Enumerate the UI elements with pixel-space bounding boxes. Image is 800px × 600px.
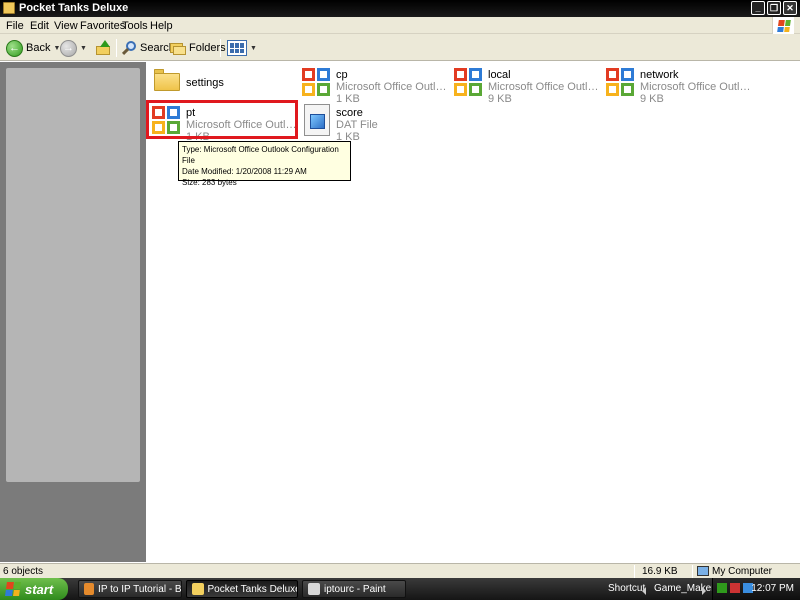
total-size: 16.9 KB (642, 566, 678, 577)
close-button[interactable]: ✕ (783, 1, 797, 15)
task-label: Pocket Tanks Deluxe (207, 583, 297, 595)
my-computer-icon (697, 566, 709, 576)
object-count: 6 objects (3, 566, 44, 577)
file-type: Microsoft Office Outlook Confi... (336, 81, 448, 93)
file-item-settings[interactable]: settings (148, 64, 298, 104)
firefox-icon (84, 583, 95, 595)
minimize-button[interactable]: _ (751, 1, 765, 15)
start-button[interactable]: start (0, 578, 68, 600)
file-type: Microsoft Office Outlook Confi... (640, 81, 752, 93)
menu-edit[interactable]: Edit (30, 20, 49, 32)
views-button[interactable]: ▼ (227, 38, 257, 58)
security-icon[interactable] (730, 583, 740, 593)
windows-logo-icon (5, 582, 21, 596)
clock: 12:07 PM (751, 583, 794, 594)
start-label: start (25, 581, 54, 597)
up-folder-icon (94, 40, 112, 56)
taskbar-item-ip-tutorial[interactable]: IP to IP Tutorial - Blit... (78, 580, 182, 598)
file-type: Microsoft Office Outlook Confi... (488, 81, 600, 93)
office-icon (452, 66, 484, 98)
views-icon (227, 40, 247, 56)
chevron-right-icon[interactable] (702, 587, 706, 595)
file-item-local[interactable]: local Microsoft Office Outlook Confi... … (450, 64, 600, 105)
chevron-down-icon: ▼ (80, 44, 87, 52)
file-item-network[interactable]: network Microsoft Office Outlook Confi..… (602, 64, 752, 105)
task-pane (0, 62, 146, 562)
menu-help[interactable]: Help (150, 20, 173, 32)
folders-button[interactable]: Folders (170, 38, 226, 58)
folders-icon (170, 41, 186, 55)
tooltip-type: Type: Microsoft Office Outlook Configura… (182, 145, 339, 165)
search-button[interactable]: Search (121, 38, 175, 58)
menu-tools[interactable]: Tools (122, 20, 148, 32)
folder-icon (192, 583, 204, 595)
menu-view[interactable]: View (54, 20, 78, 32)
back-label: Back (26, 42, 51, 54)
gamemaker-label[interactable]: Game_Maker7 (654, 583, 720, 594)
tooltip-date-modified: Date Modified: 1/20/2008 11:29 AM (182, 167, 307, 176)
chevron-down-icon: ▼ (250, 44, 257, 52)
location-label: My Computer (712, 566, 773, 577)
chevron-left-icon[interactable] (642, 587, 646, 595)
tooltip-size: Size: 283 bytes (182, 178, 237, 187)
file-name: local (488, 69, 511, 81)
taskbar-item-pocket-tanks[interactable]: Pocket Tanks Deluxe (186, 580, 298, 598)
forward-arrow-icon: → (60, 39, 77, 57)
file-list: settings cp Microsoft Office Outlook Con… (146, 62, 800, 562)
dat-file-icon (304, 104, 330, 136)
selection-highlight (146, 100, 298, 139)
up-folder-button[interactable] (94, 38, 112, 58)
file-tooltip: Type: Microsoft Office Outlook Configura… (178, 141, 351, 187)
office-icon (300, 66, 332, 98)
folder-icon (3, 2, 15, 14)
file-size: 9 KB (488, 93, 512, 105)
folder-icon (154, 69, 180, 91)
office-icon (604, 66, 636, 98)
file-size: 9 KB (640, 93, 664, 105)
status-bar: 6 objects 16.9 KB My Computer (0, 563, 800, 578)
file-name: score (336, 107, 363, 119)
windows-logo-icon (772, 17, 794, 35)
task-pane-panel (6, 68, 140, 482)
task-label: iptourc - Paint (324, 583, 386, 595)
file-name: cp (336, 69, 348, 81)
menu-file[interactable]: File (6, 20, 24, 32)
back-button[interactable]: ← Back ▼ (6, 38, 60, 58)
toolbar: ← Back ▼ → ▼ Search Folders ▼ (0, 34, 800, 61)
taskbar: start IP to IP Tutorial - Blit... Pocket… (0, 578, 800, 600)
forward-button[interactable]: → ▼ (60, 38, 87, 58)
taskbar-item-paint[interactable]: iptourc - Paint (302, 580, 406, 598)
maximize-button[interactable]: ❐ (767, 1, 781, 15)
task-label: IP to IP Tutorial - Blit... (98, 583, 181, 595)
network-icon[interactable] (717, 583, 727, 593)
file-name: settings (186, 77, 224, 89)
back-arrow-icon: ← (6, 39, 23, 57)
file-item-score[interactable]: score DAT File 1 KB (298, 102, 448, 143)
shortcut-label[interactable]: Shortcut (608, 583, 645, 594)
menu-bar: File Edit View Favorites Tools Help (0, 17, 800, 34)
system-tray: 12:07 PM (712, 578, 800, 600)
file-type: DAT File (336, 119, 378, 131)
title-bar: Pocket Tanks Deluxe _ ❐ ✕ (0, 0, 800, 17)
file-name: network (640, 69, 679, 81)
window-title: Pocket Tanks Deluxe (19, 2, 129, 14)
file-item-cp[interactable]: cp Microsoft Office Outlook Confi... 1 K… (298, 64, 448, 105)
menu-favorites[interactable]: Favorites (80, 20, 125, 32)
paint-icon (308, 583, 320, 595)
search-icon (121, 40, 137, 56)
